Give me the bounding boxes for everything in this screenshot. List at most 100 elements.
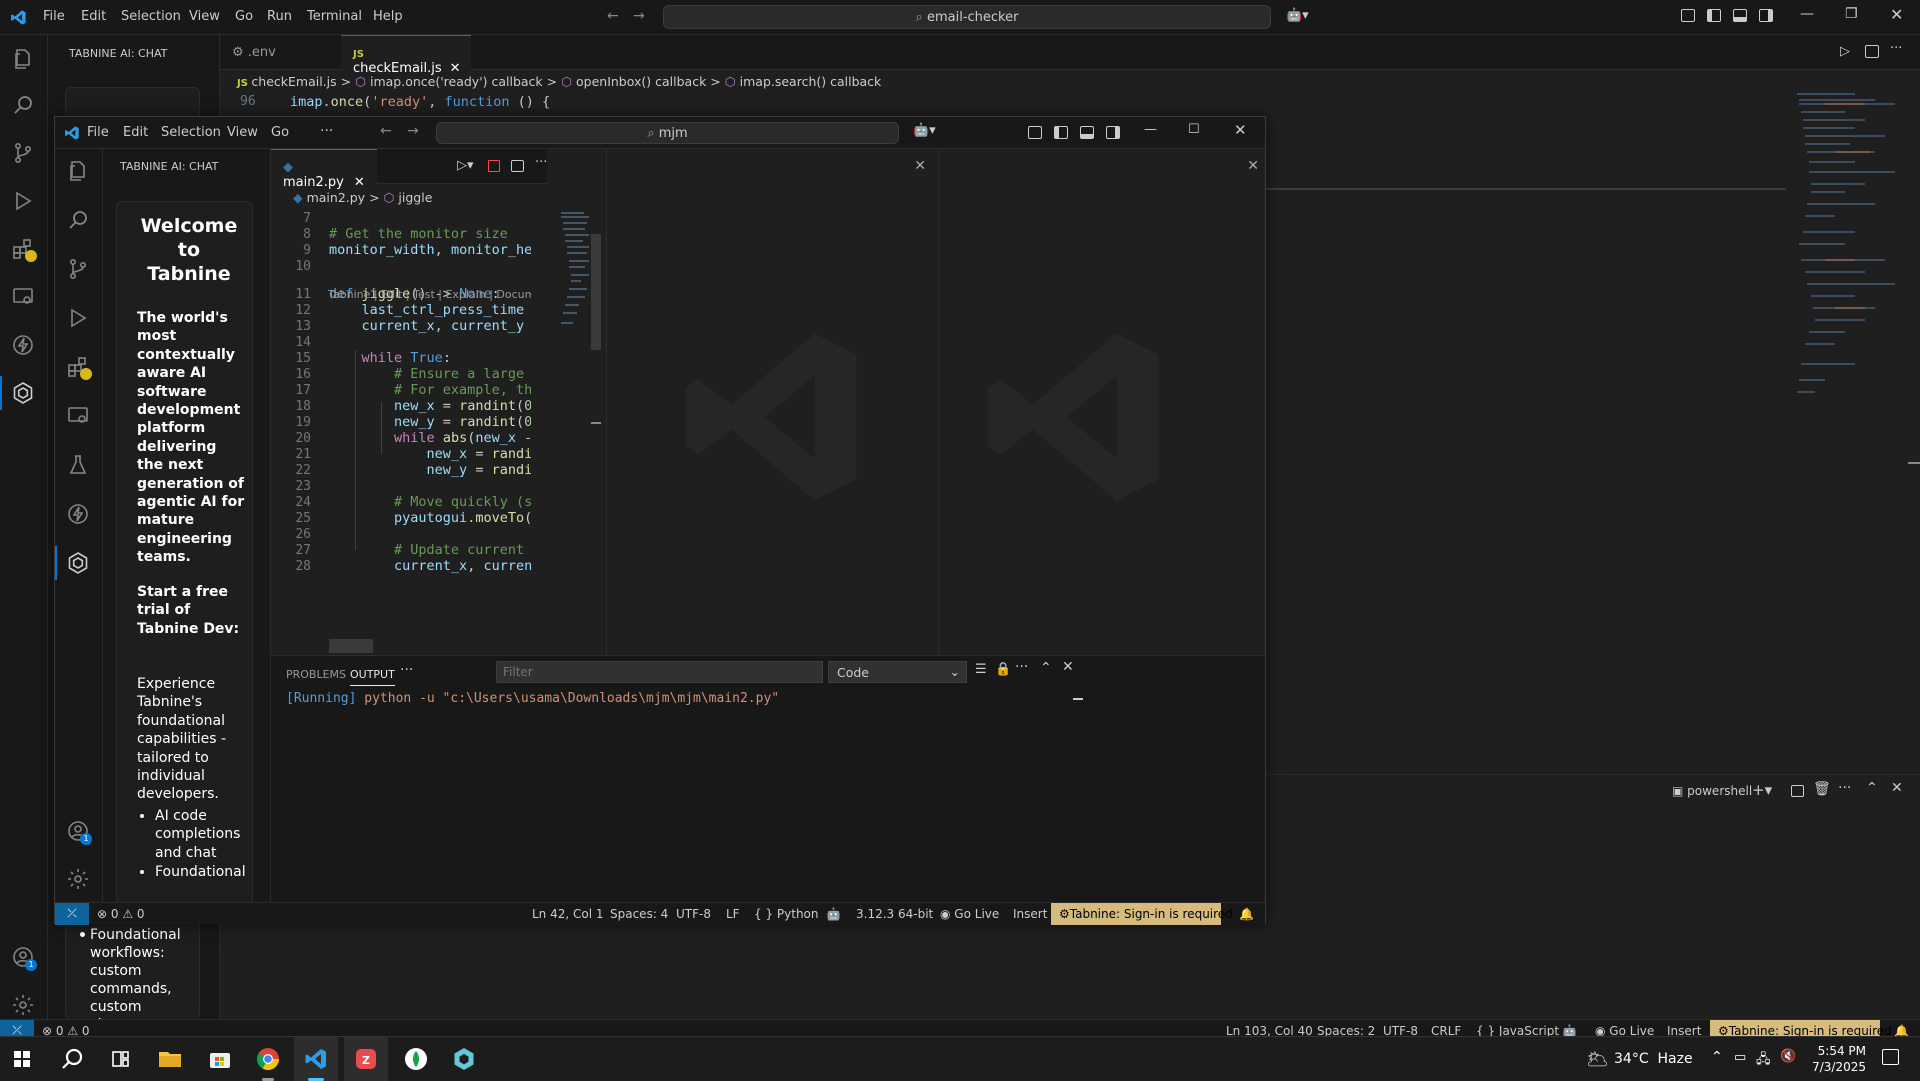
inner-run-debug-icon[interactable]	[66, 306, 90, 330]
extensions-icon[interactable]	[11, 237, 37, 262]
maximize-output-icon[interactable]: ⌃	[1040, 660, 1052, 676]
inner-back-icon[interactable]: ←	[380, 123, 392, 139]
tab-checkemail[interactable]: JS checkEmail.js ✕	[341, 35, 471, 76]
close-window-icon[interactable]: ✕	[1890, 5, 1903, 24]
remote-explorer-icon[interactable]	[11, 285, 35, 309]
tabnine-codelens[interactable]: Tabnine | Edit | Test | Explain | Docume…	[328, 288, 531, 301]
notifications-icon[interactable]	[1882, 1049, 1899, 1065]
inner-search-icon[interactable]	[66, 208, 90, 232]
minimize-icon[interactable]: —	[1800, 6, 1814, 22]
inner-lightning-icon[interactable]	[66, 502, 90, 526]
close-group-icon[interactable]: ✕	[914, 158, 926, 174]
search-icon[interactable]	[11, 93, 35, 117]
inner-more-menu-icon[interactable]: ···	[320, 123, 333, 139]
menu-edit[interactable]: Edit	[123, 125, 148, 140]
battery-icon[interactable]: ▭	[1734, 1050, 1746, 1065]
inner-toggle-panel-icon[interactable]	[1080, 126, 1094, 139]
volume-muted-icon[interactable]: 🔇	[1780, 1049, 1796, 1064]
inner-split-editor-icon[interactable]	[511, 160, 524, 172]
inner-remote-indicator-icon[interactable]: ⤫	[55, 903, 89, 925]
new-terminal-icon[interactable]: +▾	[1752, 781, 1772, 799]
split-terminal-icon[interactable]	[1791, 785, 1804, 797]
tab-main2[interactable]: ◆ main2.py ✕	[271, 149, 377, 190]
menu-go[interactable]: Go	[235, 9, 253, 24]
explorer-icon[interactable]	[11, 47, 35, 71]
inner-maximize-icon[interactable]: ☐	[1188, 122, 1200, 137]
inner-notifications-bell-icon[interactable]: 🔔	[1239, 907, 1254, 921]
source-control-icon[interactable]	[11, 141, 35, 165]
tab-problems[interactable]: PROBLEMS	[286, 668, 346, 681]
inner-language[interactable]: { } Python	[754, 907, 819, 921]
chrome-icon[interactable]	[246, 1037, 290, 1081]
terminal-shell-label[interactable]: ▣ powershell	[1672, 784, 1752, 798]
inner-tabnine-icon[interactable]	[66, 551, 90, 575]
inner-gear-icon[interactable]	[66, 867, 90, 891]
split-editor-icon[interactable]	[1865, 45, 1879, 58]
microsoft-store-icon[interactable]	[198, 1037, 242, 1081]
clear-output-icon[interactable]: ☰	[975, 662, 987, 677]
inner-eol[interactable]: LF	[726, 907, 740, 921]
start-windows-icon[interactable]	[0, 1037, 44, 1081]
tab-output[interactable]: OUTPUT	[350, 668, 395, 686]
inner-cursor-position[interactable]: Ln 42, Col 1	[532, 907, 604, 921]
inner-interpreter[interactable]: 3.12.3 64-bit	[856, 907, 933, 921]
nav-back-icon[interactable]: ←	[607, 8, 619, 24]
inner-command-center[interactable]: ⌕ mjm	[436, 122, 899, 144]
tabnine-icon[interactable]	[11, 381, 35, 405]
run-file-icon[interactable]: ▷	[1840, 44, 1850, 59]
terminal-more-icon[interactable]: ···	[1838, 780, 1851, 796]
editor-scrollbar[interactable]	[591, 234, 601, 350]
tabnine-taskbar-icon[interactable]	[442, 1037, 486, 1081]
inner-toggle-secondary-icon[interactable]	[1106, 126, 1120, 139]
horizontal-scrollbar[interactable]	[329, 639, 373, 653]
inner-toggle-sidebar-icon[interactable]	[1054, 126, 1068, 139]
lightning-icon[interactable]	[11, 333, 35, 357]
inner-insert-mode[interactable]: Insert	[1013, 907, 1047, 921]
inner-copilot-icon[interactable]: 🤖▾	[913, 123, 936, 138]
toggle-panel-icon[interactable]	[1733, 9, 1747, 22]
taskbar-search-icon[interactable]	[50, 1037, 94, 1081]
inner-problems[interactable]: ⊗ 0 ⚠ 0	[97, 907, 145, 921]
file-explorer-icon[interactable]	[148, 1037, 192, 1081]
inner-testing-flask-icon[interactable]	[66, 453, 90, 477]
inner-layout-icon[interactable]	[1028, 126, 1042, 139]
output-more-icon[interactable]: ···	[1015, 659, 1028, 675]
vscode-taskbar-icon[interactable]	[294, 1037, 338, 1081]
menu-view[interactable]: View	[227, 125, 258, 140]
inner-editor-more-icon[interactable]: ···	[535, 155, 547, 170]
customize-layout-icon[interactable]	[1681, 9, 1695, 22]
maximize-panel-icon[interactable]: ⌃	[1866, 780, 1878, 796]
run-python-icon[interactable]: ▷▾	[457, 158, 474, 173]
inner-code-editor[interactable]: 7 8 # Get the monitor size 9 monitor_width, …	[271, 210, 531, 655]
output-channel-select[interactable]: Code ⌄	[828, 661, 967, 683]
menu-file[interactable]: File	[87, 125, 109, 140]
accounts-icon[interactable]: 1	[11, 945, 37, 971]
inner-source-control-icon[interactable]	[66, 257, 90, 281]
menu-selection[interactable]: Selection	[161, 125, 221, 140]
menu-selection[interactable]: Selection	[121, 9, 181, 24]
app-icon[interactable]	[394, 1037, 438, 1081]
toggle-sidebar-icon[interactable]	[1707, 9, 1721, 22]
menu-edit[interactable]: Edit	[81, 9, 106, 24]
weather-text[interactable]: 34°C Haze	[1614, 1051, 1693, 1067]
menu-help[interactable]: Help	[373, 9, 403, 24]
inner-minimize-icon[interactable]: —	[1144, 122, 1157, 137]
clock[interactable]: 5:54 PM 7/3/2025	[1806, 1043, 1866, 1075]
nav-forward-icon[interactable]: →	[633, 8, 645, 24]
inner-remote-explorer-icon[interactable]	[66, 404, 90, 428]
weather-haze-icon[interactable]: 🌥	[1586, 1049, 1609, 1070]
inner-accounts-icon[interactable]: 1	[66, 819, 92, 845]
stop-run-icon[interactable]	[488, 160, 500, 172]
inner-golive[interactable]: ◉ Go Live	[940, 907, 999, 921]
tray-chevron-up-icon[interactable]: ⌃	[1711, 1049, 1723, 1065]
run-debug-icon[interactable]	[11, 189, 35, 213]
inner-forward-icon[interactable]: →	[407, 123, 419, 139]
output-filter-input[interactable]	[496, 661, 823, 683]
kill-terminal-icon[interactable]: 🗑	[1813, 781, 1831, 797]
close-output-icon[interactable]: ✕	[1062, 659, 1074, 675]
manage-gear-icon[interactable]	[11, 993, 35, 1017]
close-panel-icon[interactable]: ✕	[1891, 780, 1903, 796]
menu-terminal[interactable]: Terminal	[307, 9, 362, 24]
more-actions-icon[interactable]: ···	[1890, 41, 1902, 56]
lock-scroll-icon[interactable]: 🔒	[995, 662, 1011, 677]
